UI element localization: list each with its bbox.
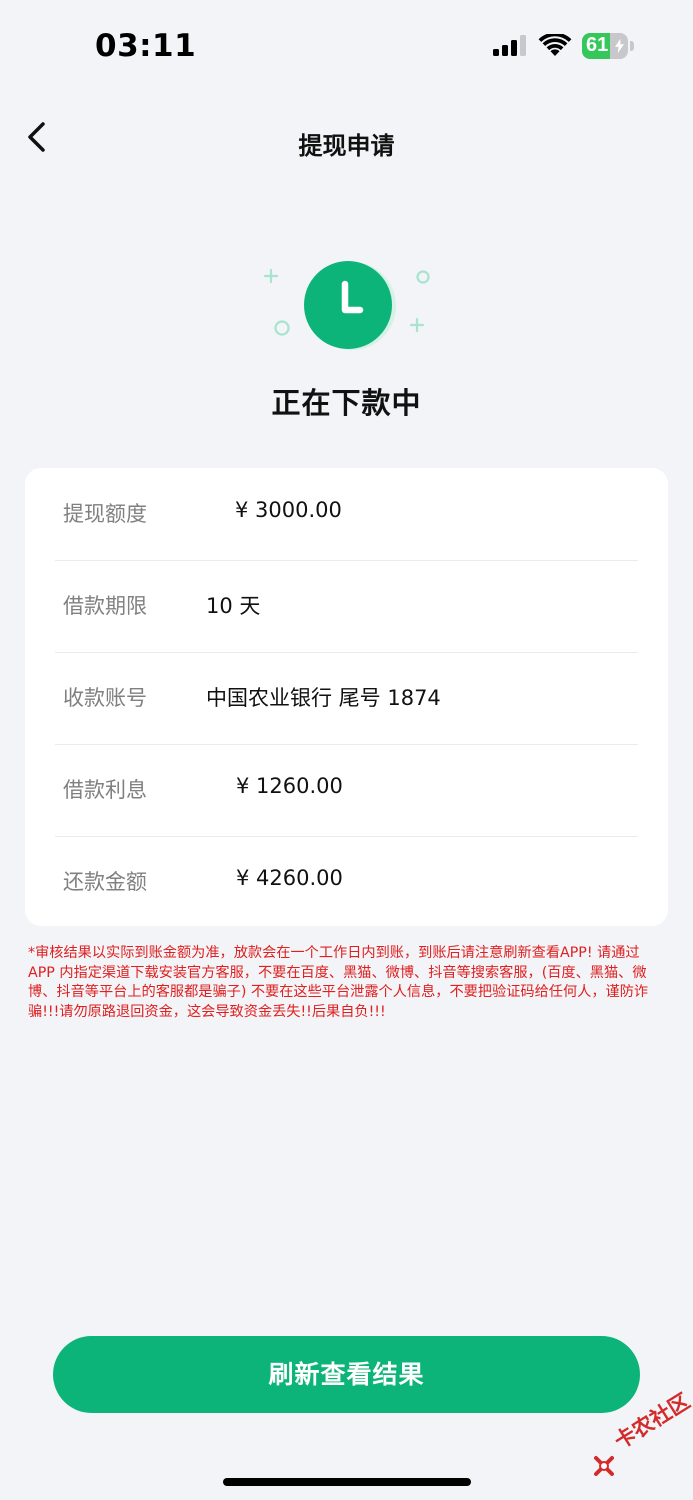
detail-label: 收款账号	[63, 686, 147, 710]
detail-label: 提现额度	[63, 502, 147, 526]
detail-row-term: 借款期限 10 天	[55, 560, 638, 653]
detail-row-account: 收款账号 中国农业银行 尾号 1874	[55, 652, 638, 745]
detail-value: ¥ 4260.00	[236, 866, 343, 890]
refresh-result-button[interactable]: 刷新查看结果	[53, 1336, 640, 1413]
wifi-icon	[538, 34, 572, 56]
detail-label: 借款利息	[63, 778, 147, 802]
page-title: 提现申请	[298, 132, 395, 160]
detail-row-repayment: 还款金额 ¥ 4260.00	[55, 836, 638, 928]
withdrawal-details-card: 提现额度 ¥ 3000.00 借款期限 10 天 收款账号 中国农业银行 尾号 …	[25, 468, 668, 926]
clock-icon	[263, 261, 430, 350]
detail-value: 10 天	[206, 594, 261, 618]
cellular-signal-icon	[493, 35, 526, 56]
detail-value: ¥ 3000.00	[235, 498, 342, 522]
status-time: 03:11	[95, 28, 197, 64]
battery-icon: 61	[582, 33, 634, 59]
battery-level: 61	[586, 34, 609, 56]
detail-row-amount: 提现额度 ¥ 3000.00	[55, 468, 638, 561]
detail-value: 中国农业银行 尾号 1874	[206, 686, 441, 710]
watermark: 卡农社区	[590, 1389, 693, 1480]
detail-row-interest: 借款利息 ¥ 1260.00	[55, 744, 638, 837]
status-heading: 正在下款中	[271, 386, 422, 420]
watermark-logo-icon	[594, 1456, 614, 1476]
battery-body: 61	[582, 33, 628, 59]
detail-value: ¥ 1260.00	[236, 774, 343, 798]
charging-bolt-icon	[615, 38, 624, 54]
detail-label: 还款金额	[63, 870, 147, 894]
detail-label: 借款期限	[63, 594, 147, 618]
fraud-warning-notice: *审核结果以实际到账金额为准，放款会在一个工作日内到账，到账后请注意刷新查看AP…	[28, 945, 649, 1020]
status-bar: 03:11 61	[0, 0, 693, 90]
battery-cap	[630, 41, 634, 51]
home-indicator	[223, 1478, 471, 1486]
